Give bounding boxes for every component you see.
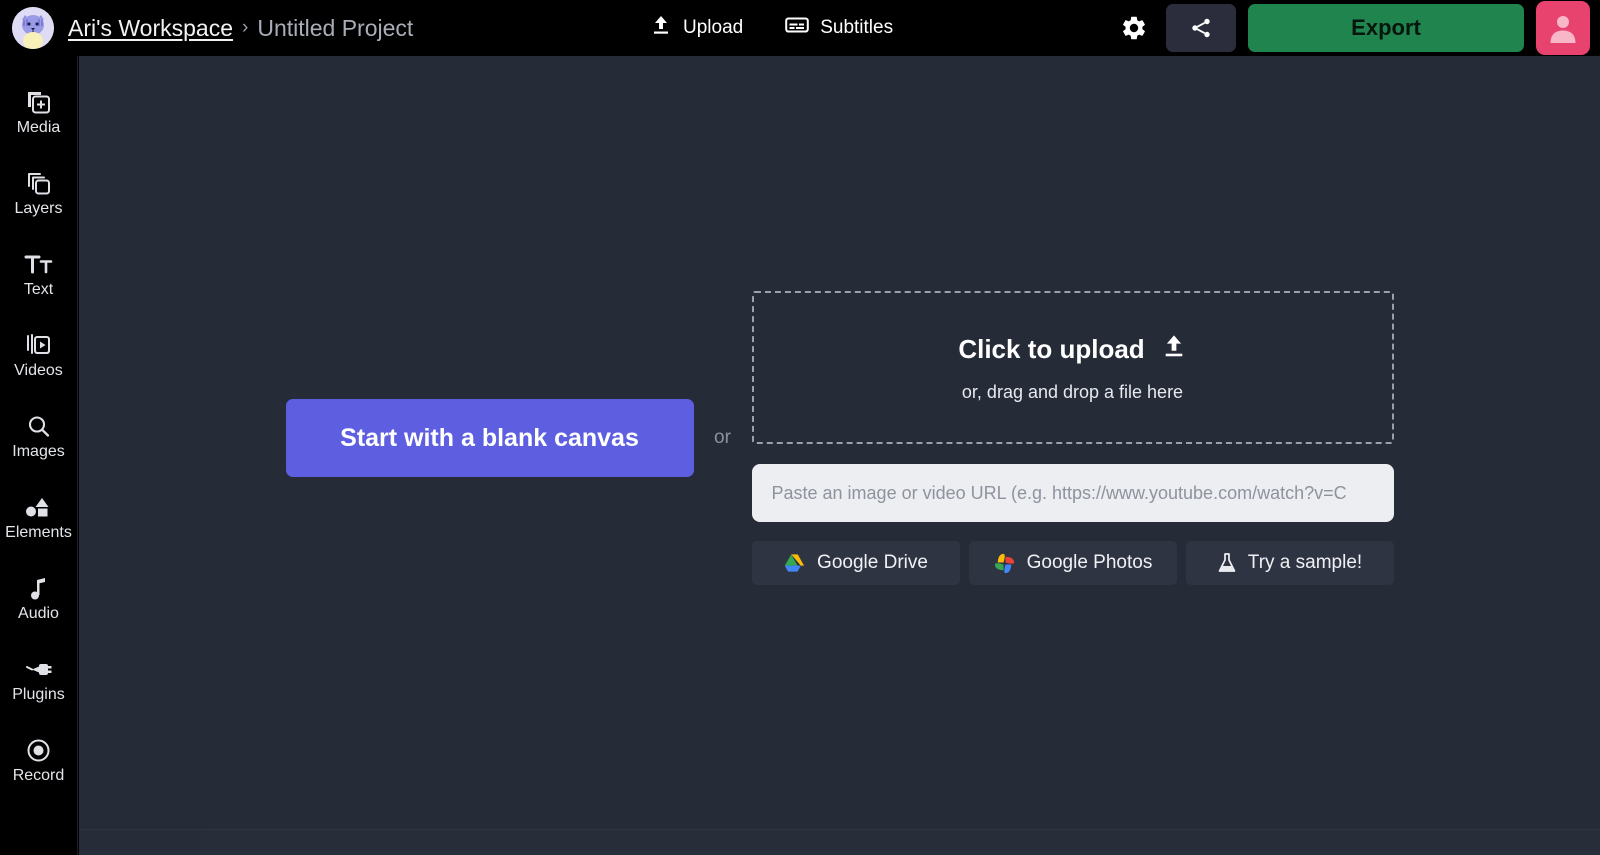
top-bar-right-actions: Export: [1110, 0, 1600, 56]
google-photos-button[interactable]: Google Photos: [969, 541, 1177, 585]
sidebar-item-media-label: Media: [17, 120, 61, 136]
sidebar-item-images-label: Images: [12, 444, 64, 460]
main-canvas-area: Start with a blank canvas or Click to up…: [79, 56, 1600, 855]
sidebar-item-audio[interactable]: Audio: [0, 558, 78, 639]
sidebar-item-layers[interactable]: Layers: [0, 153, 78, 234]
or-separator: or: [694, 427, 752, 449]
sidebar-item-media[interactable]: Media: [0, 72, 78, 153]
sidebar-item-text-label: Text: [24, 282, 53, 298]
dropzone-title: Click to upload: [958, 334, 1144, 365]
empty-state-group: Start with a blank canvas or Click to up…: [286, 291, 1394, 585]
upload-menu-button[interactable]: Upload: [650, 14, 743, 42]
dropzone-title-row: Click to upload: [958, 333, 1186, 366]
subtitles-icon: [785, 14, 809, 42]
breadcrumb: Ari's Workspace › Untitled Project: [68, 15, 413, 42]
try-sample-button[interactable]: Try a sample!: [1186, 541, 1394, 585]
sidebar-item-elements-label: Elements: [5, 525, 72, 541]
google-photos-label: Google Photos: [1027, 552, 1153, 574]
top-bar: Ari's Workspace › Untitled Project Uploa…: [0, 0, 1600, 56]
gear-icon: [1120, 14, 1148, 42]
sidebar-item-audio-label: Audio: [18, 606, 59, 622]
external-source-buttons: Google Drive Google: [752, 541, 1394, 585]
breadcrumb-separator-icon: ›: [242, 17, 248, 39]
google-drive-icon: [783, 553, 806, 574]
media-url-input[interactable]: [752, 464, 1394, 522]
subtitles-menu-button[interactable]: Subtitles: [785, 14, 893, 42]
left-sidebar: Media Layers Text: [0, 56, 78, 855]
start-blank-canvas-button[interactable]: Start with a blank canvas: [286, 399, 694, 477]
sidebar-item-record[interactable]: Record: [0, 720, 78, 801]
plug-icon: [25, 656, 52, 682]
subtitles-menu-label: Subtitles: [820, 17, 893, 39]
breadcrumb-project-name[interactable]: Untitled Project: [257, 15, 413, 42]
music-note-icon: [28, 575, 50, 601]
share-button[interactable]: [1166, 4, 1236, 52]
sidebar-item-images[interactable]: Images: [0, 396, 78, 477]
sidebar-item-videos[interactable]: Videos: [0, 315, 78, 396]
user-avatar-button[interactable]: [1536, 1, 1590, 55]
upload-menu-label: Upload: [683, 17, 743, 39]
google-drive-label: Google Drive: [817, 552, 928, 574]
sidebar-item-elements[interactable]: Elements: [0, 477, 78, 558]
shapes-icon: [25, 494, 52, 520]
export-button-label: Export: [1351, 15, 1421, 41]
sidebar-item-layers-label: Layers: [14, 201, 62, 217]
workspace-avatar[interactable]: [12, 7, 54, 49]
file-dropzone[interactable]: Click to upload or, drag and drop a file…: [752, 291, 1394, 444]
sidebar-item-text[interactable]: Text: [0, 234, 78, 315]
try-sample-label: Try a sample!: [1248, 552, 1362, 574]
app-root: Ari's Workspace › Untitled Project Uploa…: [0, 0, 1600, 855]
google-photos-icon: [993, 552, 1016, 575]
text-icon: [24, 251, 54, 277]
timeline-panel-edge: [79, 829, 1600, 855]
share-icon: [1189, 16, 1213, 40]
search-icon: [26, 413, 51, 439]
google-drive-button[interactable]: Google Drive: [752, 541, 960, 585]
breadcrumb-workspace[interactable]: Ari's Workspace: [68, 15, 233, 42]
start-blank-canvas-label: Start with a blank canvas: [340, 424, 639, 453]
upload-icon: [1161, 333, 1187, 366]
sidebar-item-plugins[interactable]: Plugins: [0, 639, 78, 720]
layers-icon: [26, 170, 51, 196]
empty-state-wrapper: Start with a blank canvas or Click to up…: [79, 56, 1600, 836]
media-add-icon: [26, 89, 51, 115]
sidebar-item-plugins-label: Plugins: [12, 687, 64, 703]
settings-button[interactable]: [1110, 4, 1158, 52]
videos-icon: [26, 332, 51, 358]
upload-icon: [650, 14, 672, 42]
user-avatar-icon: [1546, 11, 1580, 45]
dropzone-subtitle: or, drag and drop a file here: [962, 382, 1183, 403]
top-bar-center-actions: Upload Subtitles: [650, 0, 893, 56]
export-button[interactable]: Export: [1248, 4, 1524, 52]
flask-icon: [1217, 552, 1237, 574]
sidebar-item-videos-label: Videos: [14, 363, 63, 379]
sidebar-item-record-label: Record: [13, 768, 65, 784]
upload-options-stack: Click to upload or, drag and drop a file…: [752, 291, 1394, 585]
cat-avatar-icon: [12, 7, 54, 49]
record-icon: [26, 737, 51, 763]
